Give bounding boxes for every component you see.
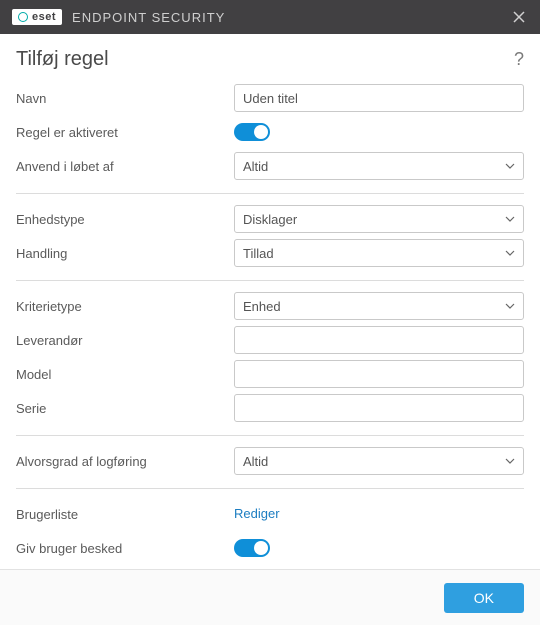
name-input[interactable] (234, 84, 524, 112)
row-serial: Serie (16, 391, 524, 425)
titlebar: eset ENDPOINT SECURITY (0, 0, 540, 34)
model-input[interactable] (234, 360, 524, 388)
form-body: Navn Regel er aktiveret Anvend i løbet a… (0, 81, 540, 565)
page-title: Tilføj regel (16, 48, 109, 71)
separator (16, 435, 524, 436)
row-action: Handling Tillad (16, 236, 524, 270)
user-list-edit-link[interactable]: Rediger (234, 506, 280, 521)
brand-badge: eset (12, 9, 62, 25)
row-model: Model (16, 357, 524, 391)
chevron-down-icon (505, 454, 515, 469)
serial-label: Serie (16, 401, 234, 416)
action-label: Handling (16, 246, 234, 261)
apply-during-label: Anvend i løbet af (16, 159, 234, 174)
app-name: ENDPOINT SECURITY (72, 10, 225, 25)
notify-user-toggle[interactable] (234, 539, 270, 557)
chevron-down-icon (505, 159, 515, 174)
criteria-type-label: Kriterietype (16, 299, 234, 314)
row-user-list: Brugerliste Rediger (16, 497, 524, 531)
separator (16, 488, 524, 489)
action-select[interactable]: Tillad (234, 239, 524, 267)
chevron-down-icon (505, 299, 515, 314)
row-vendor: Leverandør (16, 323, 524, 357)
footer: OK (0, 569, 540, 625)
activated-label: Regel er aktiveret (16, 125, 234, 140)
apply-during-select[interactable]: Altid (234, 152, 524, 180)
row-name: Navn (16, 81, 524, 115)
serial-input[interactable] (234, 394, 524, 422)
device-type-label: Enhedstype (16, 212, 234, 227)
separator (16, 193, 524, 194)
notify-user-label: Giv bruger besked (16, 541, 234, 556)
model-label: Model (16, 367, 234, 382)
row-apply-during: Anvend i løbet af Altid (16, 149, 524, 183)
vendor-input[interactable] (234, 326, 524, 354)
row-log-severity: Alvorsgrad af logføring Altid (16, 444, 524, 478)
chevron-down-icon (505, 246, 515, 261)
row-device-type: Enhedstype Disklager (16, 202, 524, 236)
name-label: Navn (16, 91, 234, 106)
separator (16, 280, 524, 281)
user-list-label: Brugerliste (16, 507, 234, 522)
vendor-label: Leverandør (16, 333, 234, 348)
log-severity-label: Alvorsgrad af logføring (16, 454, 234, 469)
criteria-type-select[interactable]: Enhed (234, 292, 524, 320)
chevron-down-icon (505, 212, 515, 227)
row-notify-user: Giv bruger besked (16, 531, 524, 565)
device-type-select[interactable]: Disklager (234, 205, 524, 233)
close-icon (513, 11, 525, 23)
brand-icon (18, 12, 28, 22)
help-button[interactable]: ? (514, 49, 524, 70)
apply-during-value: Altid (243, 159, 268, 174)
criteria-type-value: Enhed (243, 299, 281, 314)
action-value: Tillad (243, 246, 274, 261)
log-severity-value: Altid (243, 454, 268, 469)
activated-toggle[interactable] (234, 123, 270, 141)
ok-button[interactable]: OK (444, 583, 524, 613)
close-button[interactable] (508, 6, 530, 28)
log-severity-select[interactable]: Altid (234, 447, 524, 475)
page-header: Tilføj regel ? (0, 34, 540, 81)
row-criteria-type: Kriterietype Enhed (16, 289, 524, 323)
brand-text: eset (32, 11, 56, 23)
row-activated: Regel er aktiveret (16, 115, 524, 149)
device-type-value: Disklager (243, 212, 297, 227)
